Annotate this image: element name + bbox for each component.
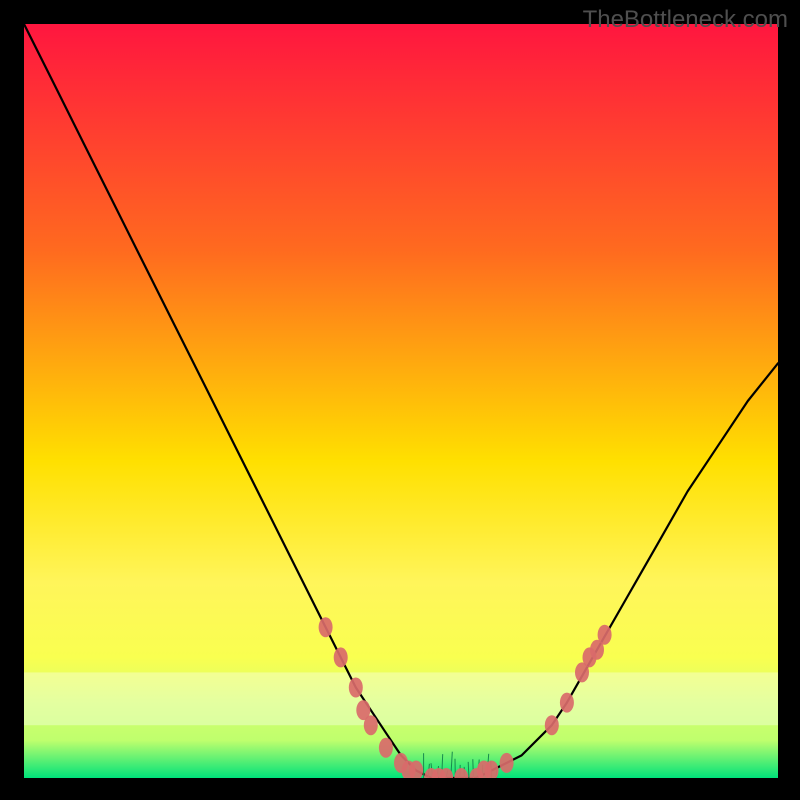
marker-point [545, 715, 559, 735]
marker-point [319, 617, 333, 637]
marker-point [334, 647, 348, 667]
marker-point [598, 625, 612, 645]
gradient-background [24, 24, 778, 778]
marker-point [379, 738, 393, 758]
marker-point [560, 693, 574, 713]
highlight-band [24, 672, 778, 725]
chart-container: TheBottleneck.com [0, 0, 800, 800]
plot-area [24, 24, 778, 778]
marker-point [349, 678, 363, 698]
watermark-text: TheBottleneck.com [583, 6, 788, 34]
marker-point [500, 753, 514, 773]
chart-svg [24, 24, 778, 778]
marker-point [364, 715, 378, 735]
